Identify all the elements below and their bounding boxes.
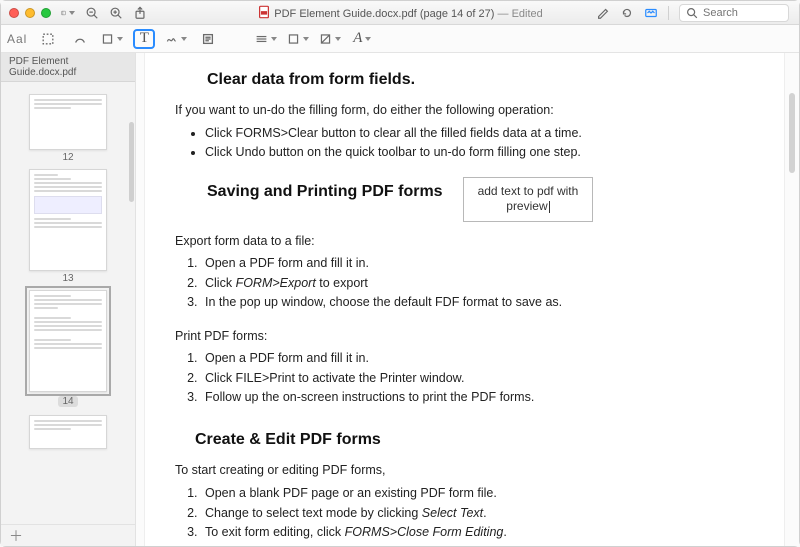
- list-item: Open a PDF form and fill it in.: [201, 254, 754, 273]
- inserted-text-box[interactable]: add text to pdf with preview: [463, 177, 594, 222]
- page-thumbnail[interactable]: [29, 415, 107, 449]
- page-thumbnail[interactable]: [29, 94, 107, 150]
- sidebar-scrollbar[interactable]: [129, 122, 134, 202]
- list-item: Open a PDF form and fill it in.: [201, 349, 754, 368]
- text-style-label: Aal: [7, 32, 27, 46]
- heading-save-print: Saving and Printing PDF forms: [207, 183, 443, 201]
- list-item: Follow up the on-screen instructions to …: [201, 388, 754, 407]
- add-page-button[interactable]: ＋: [9, 526, 23, 546]
- export-heading: Export form data to a file:: [175, 232, 754, 251]
- fill-color-button[interactable]: [319, 29, 341, 49]
- zoom-in-button[interactable]: [109, 6, 123, 20]
- heading-clear-data: Clear data from form fields.: [207, 71, 754, 89]
- create-intro: To start creating or editing PDF forms,: [175, 461, 754, 480]
- app-window: PDF Element Guide.docx.pdf (page 14 of 2…: [0, 0, 800, 547]
- print-heading: Print PDF forms:: [175, 327, 754, 346]
- edited-label: Edited: [512, 8, 543, 20]
- markup-toolbar: Aal T A: [1, 25, 799, 53]
- border-color-button[interactable]: [287, 29, 309, 49]
- font-style-button[interactable]: A: [351, 29, 373, 49]
- search-icon: [685, 6, 699, 20]
- list-item: Change to select text mode by clicking S…: [201, 504, 754, 523]
- sidebar-footer: ＋: [1, 524, 135, 546]
- share-button[interactable]: [133, 6, 147, 20]
- window-controls: [1, 8, 51, 18]
- list-item: To exit form editing, click FORMS>Close …: [201, 523, 754, 542]
- separator: [668, 6, 669, 20]
- page-thumbnail[interactable]: [29, 169, 107, 271]
- minimize-window-button[interactable]: [25, 8, 35, 18]
- sketch-tool-button[interactable]: [69, 29, 91, 49]
- textbox-line1: add text to pdf with: [478, 184, 579, 198]
- search-field[interactable]: [679, 4, 789, 22]
- heading-create-edit: Create & Edit PDF forms: [195, 431, 754, 449]
- list-item: In the pop up window, choose the default…: [201, 293, 754, 312]
- content-area: PDF Element Guide.docx.pdf 12 13 14: [1, 53, 799, 546]
- view-mode-button[interactable]: [61, 6, 75, 20]
- thumbnails-list: 12 13 14: [1, 82, 135, 524]
- list-item: Open a blank PDF page or an existing PDF…: [201, 484, 754, 503]
- main-scrollbar[interactable]: [789, 93, 795, 173]
- sidebar-file-tab[interactable]: PDF Element Guide.docx.pdf: [1, 53, 135, 82]
- selection-tool-button[interactable]: [37, 29, 59, 49]
- highlight-button[interactable]: [596, 6, 610, 20]
- page-indicator: (page 14 of 27): [420, 8, 495, 20]
- zoom-window-button[interactable]: [41, 8, 51, 18]
- file-name: PDF Element Guide.docx.pdf: [274, 8, 416, 20]
- bullet-item: Click FORMS>Clear button to clear all th…: [205, 124, 754, 143]
- thumbnail-label: 14: [58, 396, 78, 407]
- search-input[interactable]: [703, 7, 783, 19]
- page-thumbnail-current[interactable]: [29, 290, 107, 392]
- list-item: Click FILE>Print to activate the Printer…: [201, 369, 754, 388]
- note-tool-button[interactable]: [197, 29, 219, 49]
- rotate-button[interactable]: [620, 6, 634, 20]
- thumbnails-sidebar: PDF Element Guide.docx.pdf 12 13 14: [1, 53, 136, 546]
- sign-tool-button[interactable]: [165, 29, 187, 49]
- close-window-button[interactable]: [9, 8, 19, 18]
- intro-paragraph: If you want to un-do the filling form, d…: [175, 101, 754, 120]
- pdf-page: Clear data from form fields. If you want…: [144, 53, 785, 546]
- list-item: Click FORM>Export to export: [201, 274, 754, 293]
- zoom-out-button[interactable]: [85, 6, 99, 20]
- titlebar: PDF Element Guide.docx.pdf (page 14 of 2…: [1, 1, 799, 25]
- text-caret: [549, 201, 550, 213]
- bullet-item: Click Undo button on the quick toolbar t…: [205, 143, 754, 162]
- thumbnail-label: 12: [1, 152, 135, 163]
- shapes-tool-button[interactable]: [101, 29, 123, 49]
- thumbnail-label: 13: [1, 273, 135, 284]
- textbox-line2: preview: [506, 199, 547, 213]
- line-style-button[interactable]: [255, 29, 277, 49]
- document-viewport[interactable]: Clear data from form fields. If you want…: [136, 53, 799, 546]
- pdf-file-icon: [257, 5, 271, 19]
- markup-toolbar-button[interactable]: [644, 6, 658, 20]
- text-tool-button[interactable]: T: [133, 29, 155, 49]
